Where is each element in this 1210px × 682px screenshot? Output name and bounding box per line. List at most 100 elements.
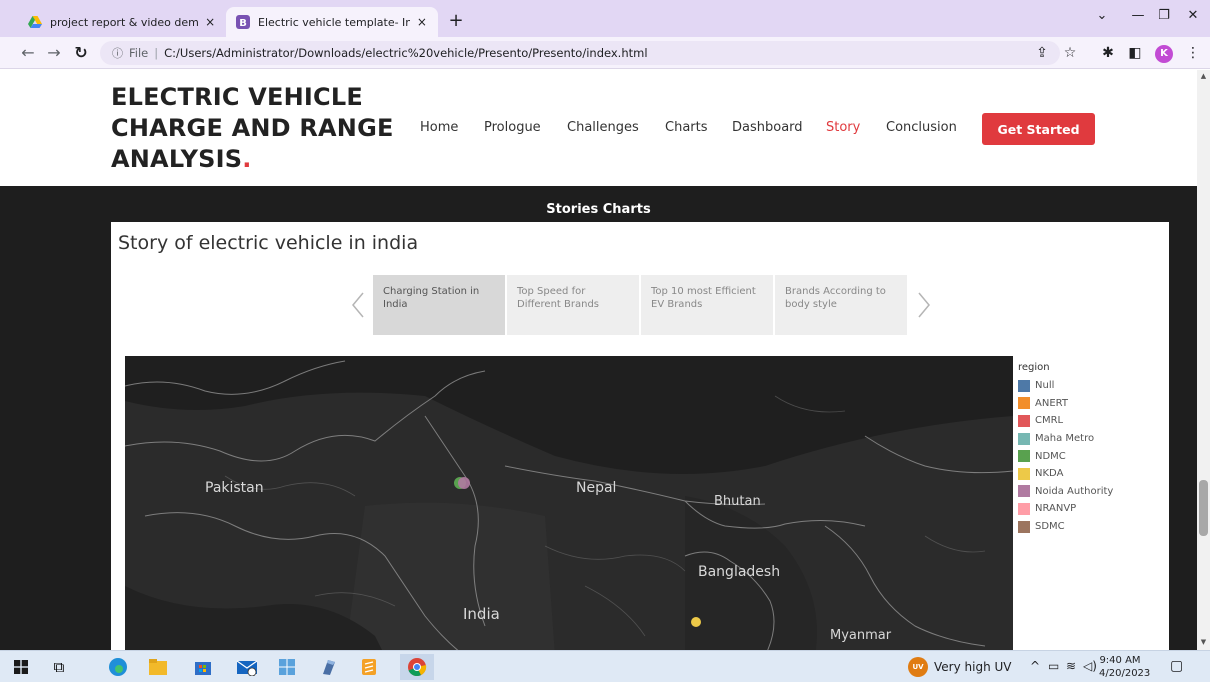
- network-icon[interactable]: ▭: [1048, 659, 1059, 673]
- legend-swatch: [1018, 485, 1030, 498]
- scrollbar-thumb[interactable]: [1199, 480, 1208, 536]
- notification-icon[interactable]: ▢: [1170, 658, 1183, 674]
- legend-swatch: [1018, 467, 1030, 480]
- weather-text: Very high UV: [934, 660, 1012, 674]
- nav-home[interactable]: Home: [420, 120, 458, 135]
- forward-arrow-icon[interactable]: →: [43, 42, 65, 64]
- story-title: Story of electric vehicle in india: [118, 232, 419, 254]
- chevron-right-icon[interactable]: [909, 275, 939, 335]
- legend-item-null[interactable]: Null: [1018, 377, 1158, 395]
- chevron-up-icon[interactable]: ^: [1030, 659, 1040, 673]
- scroll-up-arrow-icon[interactable]: ▲: [1197, 70, 1210, 82]
- legend-item-ndmc[interactable]: NDMC: [1018, 447, 1158, 465]
- story-point-efficient-brands[interactable]: Top 10 most Efficient EV Brands: [641, 275, 773, 335]
- address-bar[interactable]: ⓘ File | C:/Users/Administrator/Download…: [100, 41, 1060, 65]
- info-icon[interactable]: ⓘ: [112, 45, 123, 61]
- browser-tab-strip: project report & video demonstr × B Elec…: [0, 0, 1210, 37]
- close-icon[interactable]: ×: [204, 15, 216, 29]
- legend-label: Maha Metro: [1035, 433, 1095, 445]
- edge-icon[interactable]: [105, 654, 131, 680]
- browser-tab-project-report[interactable]: project report & video demonstr ×: [18, 7, 226, 37]
- legend-swatch: [1018, 502, 1030, 515]
- station-marker-noida-authority[interactable]: [458, 477, 470, 489]
- share-icon[interactable]: ⇪: [1032, 43, 1052, 63]
- story-point-top-speed[interactable]: Top Speed for Different Brands: [507, 275, 639, 335]
- minimize-icon[interactable]: —: [1126, 8, 1150, 28]
- region-legend: region Null ANERT CMRL Maha Metro NDMC N…: [1018, 362, 1158, 535]
- nav-story[interactable]: Story: [826, 120, 860, 135]
- clock-time: 9:40 AM: [1099, 655, 1141, 666]
- story-point-navigator: Charging Station in India Top Speed for …: [373, 275, 907, 335]
- back-arrow-icon[interactable]: ←: [17, 42, 39, 64]
- legend-label: ANERT: [1035, 397, 1068, 409]
- nav-dashboard[interactable]: Dashboard: [732, 120, 803, 135]
- clock-date: 4/20/2023: [1099, 668, 1151, 679]
- browser-tab-electric-vehicle[interactable]: B Electric vehicle template- Index ×: [226, 7, 438, 37]
- close-icon[interactable]: ×: [416, 15, 428, 29]
- store-icon[interactable]: [190, 654, 216, 680]
- tableau-story-panel: Story of electric vehicle in india Charg…: [111, 222, 1169, 650]
- weather-widget[interactable]: UV Very high UV: [908, 657, 1011, 677]
- volume-icon[interactable]: ◁): [1083, 659, 1097, 673]
- windows-taskbar: ⧉ UV Very high UV ^ ▭ ≋ ◁) 9:40 AM 4/20/…: [0, 650, 1210, 682]
- sublime-text-icon[interactable]: [356, 654, 382, 680]
- nav-challenges[interactable]: Challenges: [567, 120, 639, 135]
- grid-app-icon[interactable]: [274, 654, 300, 680]
- legend-item-maha-metro[interactable]: Maha Metro: [1018, 430, 1158, 448]
- svg-text:B: B: [239, 18, 247, 29]
- map-label-bhutan: Bhutan: [714, 494, 761, 509]
- legend-item-sdmc[interactable]: SDMC: [1018, 518, 1158, 536]
- legend-item-nkda[interactable]: NKDA: [1018, 465, 1158, 483]
- task-view-icon[interactable]: ⧉: [46, 654, 72, 680]
- legend-swatch: [1018, 397, 1030, 410]
- bookmark-star-icon[interactable]: ☆: [1060, 43, 1080, 63]
- site-header: ELECTRIC VEHICLE CHARGE AND RANGE ANALYS…: [0, 70, 1197, 186]
- chrome-icon[interactable]: [400, 654, 434, 680]
- reload-icon[interactable]: ↻: [70, 42, 92, 64]
- charging-station-map[interactable]: Pakistan Nepal Bhutan Bangladesh India M…: [125, 356, 1013, 650]
- chevron-left-icon[interactable]: [343, 275, 373, 335]
- side-panel-icon[interactable]: ◧: [1125, 43, 1145, 63]
- legend-title: region: [1018, 362, 1050, 373]
- page-scrollbar[interactable]: ▲ ▼: [1197, 70, 1210, 650]
- legend-swatch: [1018, 520, 1030, 533]
- story-point-body-style[interactable]: Brands According to body style: [775, 275, 907, 335]
- map-label-nepal: Nepal: [576, 480, 617, 496]
- legend-item-noida-authority[interactable]: Noida Authority: [1018, 483, 1158, 501]
- scroll-down-arrow-icon[interactable]: ▼: [1197, 636, 1210, 648]
- get-started-button[interactable]: Get Started: [982, 113, 1095, 145]
- nav-charts[interactable]: Charts: [665, 120, 708, 135]
- wifi-icon[interactable]: ≋: [1066, 659, 1076, 673]
- station-marker-nkda[interactable]: [691, 617, 701, 627]
- story-point-charging-station[interactable]: Charging Station in India: [373, 275, 505, 335]
- legend-label: Null: [1035, 380, 1055, 392]
- nav-prologue[interactable]: Prologue: [484, 120, 541, 135]
- legend-item-nranvp[interactable]: NRANVP: [1018, 500, 1158, 518]
- new-tab-button[interactable]: +: [444, 10, 468, 34]
- legend-label: CMRL: [1035, 415, 1064, 427]
- browser-tab-title: Electric vehicle template- Index: [258, 15, 410, 29]
- browser-toolbar: ← → ↻ ⓘ File | C:/Users/Administrator/Do…: [0, 37, 1210, 69]
- restore-icon[interactable]: ❐: [1152, 8, 1176, 28]
- uv-index-icon: UV: [908, 657, 928, 677]
- legend-swatch: [1018, 379, 1030, 392]
- legend-item-anert[interactable]: ANERT: [1018, 395, 1158, 413]
- profile-avatar[interactable]: K: [1155, 45, 1173, 63]
- section-title: Stories Charts: [546, 202, 651, 217]
- logo-line-text: ANALYSIS: [111, 145, 243, 173]
- tab-search-icon[interactable]: ⌄: [1090, 8, 1114, 28]
- system-clock[interactable]: 9:40 AM 4/20/2023: [1099, 654, 1151, 680]
- kebab-menu-icon[interactable]: ⋮: [1183, 43, 1203, 63]
- extensions-icon[interactable]: ✱: [1098, 43, 1118, 63]
- site-logo[interactable]: ELECTRIC VEHICLE CHARGE AND RANGE ANALYS…: [111, 82, 411, 175]
- window-close-icon[interactable]: ✕: [1181, 8, 1205, 28]
- file-explorer-icon[interactable]: [145, 654, 171, 680]
- paint-app-icon[interactable]: [316, 654, 342, 680]
- google-drive-icon: [28, 16, 42, 28]
- nav-conclusion[interactable]: Conclusion: [886, 120, 957, 135]
- legend-item-cmrl[interactable]: CMRL: [1018, 412, 1158, 430]
- file-scheme-label: File: [129, 46, 149, 60]
- windows-start-icon[interactable]: [8, 654, 34, 680]
- map-label-pakistan: Pakistan: [205, 480, 264, 496]
- mail-icon[interactable]: [234, 654, 260, 680]
